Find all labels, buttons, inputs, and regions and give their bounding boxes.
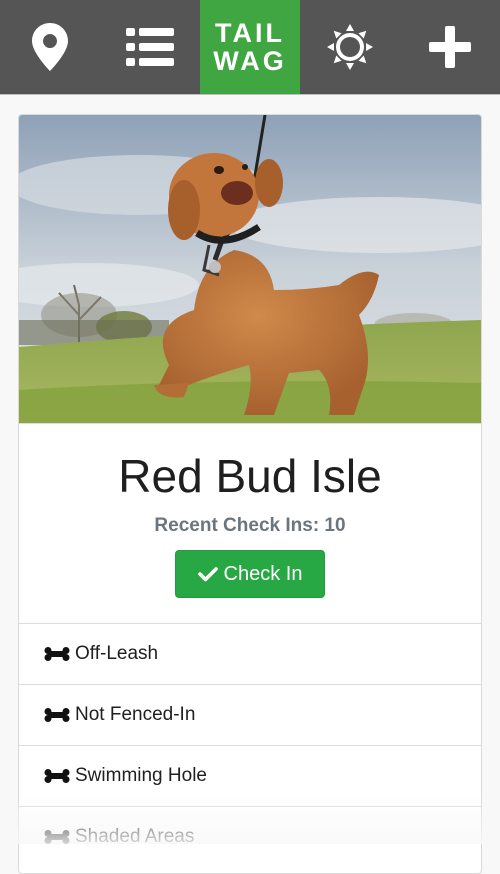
park-card: Red Bud Isle Recent Check Ins: 10 Check … (18, 114, 482, 874)
top-navbar: TAIL WAG (0, 0, 500, 95)
logo-text-line2: WAG (213, 46, 287, 76)
list-nav-button[interactable] (100, 0, 200, 94)
check-in-label: Check In (223, 562, 303, 585)
bone-icon (44, 647, 70, 661)
feature-label: Off-Leash (75, 643, 159, 664)
check-in-button[interactable]: Check In (175, 550, 325, 598)
list-icon (126, 28, 174, 66)
park-photo (19, 115, 481, 424)
feature-item-off-leash: Off-Leash (19, 623, 481, 684)
recent-checkins-count: Recent Check Ins: 10 (154, 515, 346, 536)
feature-item-shaded-areas: Shaded Areas (19, 806, 481, 867)
feature-label: Not Fenced-In (75, 704, 196, 725)
feature-label: Swimming Hole (75, 765, 207, 786)
tailwag-logo[interactable]: TAIL WAG (200, 0, 300, 94)
settings-sun-icon (327, 24, 373, 70)
bone-icon (44, 769, 70, 783)
bone-icon (44, 708, 70, 722)
location-pin-icon (32, 23, 68, 71)
map-nav-button[interactable] (0, 0, 100, 94)
feature-label: Shaded Areas (75, 826, 195, 847)
park-name: Red Bud Isle (118, 450, 382, 502)
add-nav-button[interactable] (400, 0, 500, 94)
feature-item-swimming-hole: Swimming Hole (19, 745, 481, 806)
checkmark-icon (197, 567, 218, 582)
settings-nav-button[interactable] (300, 0, 400, 94)
park-features-list: Off-Leash Not Fenced-In Swimming Hole Sh… (19, 623, 481, 867)
feature-item-not-fenced-in: Not Fenced-In (19, 684, 481, 745)
bone-icon (44, 830, 70, 844)
plus-icon (429, 26, 471, 68)
logo-text-line1: TAIL (215, 18, 285, 48)
